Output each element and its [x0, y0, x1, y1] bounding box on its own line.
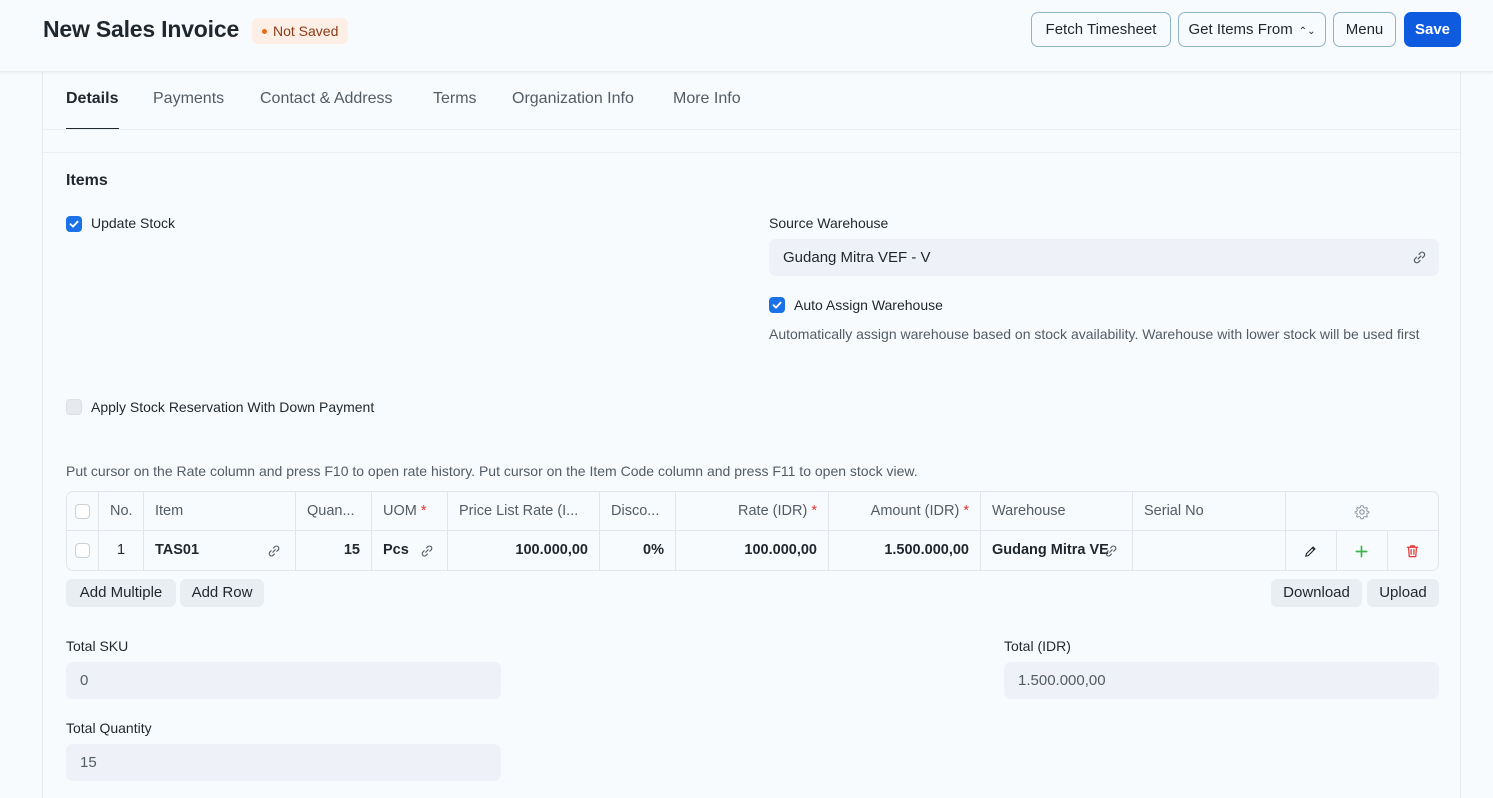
tab-bar: Details Payments Contact & Address Terms…	[43, 72, 1460, 130]
total-quantity-field: 15	[66, 744, 501, 781]
table-row[interactable]: 1 TAS01 15 Pcs 100.000,00 0% 100.000,00 …	[67, 531, 1438, 570]
delete-row-cell	[1388, 531, 1438, 570]
get-items-from-label: Get Items From	[1188, 21, 1293, 38]
col-amount-label: Amount (IDR)	[870, 503, 960, 519]
active-tab-indicator	[66, 128, 119, 129]
total-quantity-label: Total Quantity	[66, 720, 152, 736]
cell-uom[interactable]: Pcs	[372, 531, 448, 570]
cell-item-value: TAS01	[155, 542, 200, 558]
cell-item[interactable]: TAS01	[144, 531, 296, 570]
status-badge: Not Saved	[252, 18, 349, 44]
auto-assign-warehouse-label: Auto Assign Warehouse	[794, 297, 943, 313]
col-quantity: Quan...	[296, 492, 372, 531]
cell-serial-no[interactable]	[1133, 531, 1286, 570]
tab-payments[interactable]: Payments	[153, 90, 224, 108]
col-price-list-rate: Price List Rate (I...	[448, 492, 600, 531]
tab-terms[interactable]: Terms	[433, 90, 477, 108]
total-idr-field: 1.500.000,00	[1004, 662, 1439, 699]
source-warehouse-value: Gudang Mitra VEF - V	[783, 249, 931, 266]
cell-uom-value: Pcs	[383, 542, 409, 558]
cell-warehouse-value: Gudang Mitra VE	[992, 542, 1109, 558]
menu-button[interactable]: Menu	[1333, 12, 1396, 47]
cell-amount[interactable]: 1.500.000,00	[829, 531, 981, 570]
col-uom-label: UOM	[383, 503, 417, 519]
auto-assign-description: Automatically assign warehouse based on …	[769, 326, 1420, 342]
total-sku-label: Total SKU	[66, 638, 129, 654]
section-divider	[43, 152, 1460, 153]
total-idr-label: Total (IDR)	[1004, 638, 1071, 654]
tab-organization-info[interactable]: Organization Info	[512, 90, 634, 108]
cell-no: 1	[99, 531, 144, 570]
rate-history-hint: Put cursor on the Rate column and press …	[66, 463, 918, 479]
check-icon	[69, 220, 79, 228]
tab-contact-address[interactable]: Contact & Address	[260, 90, 393, 108]
tab-more-info[interactable]: More Info	[673, 90, 741, 108]
link-icon[interactable]	[1104, 544, 1118, 558]
page-header: New Sales Invoice Not Saved Fetch Timesh…	[0, 0, 1493, 72]
cell-warehouse[interactable]: Gudang Mitra VE	[981, 531, 1133, 570]
plus-icon[interactable]	[1354, 544, 1369, 559]
required-marker: *	[420, 503, 427, 519]
chevron-updown-icon: ⌃⌄	[1298, 26, 1316, 37]
update-stock-checkbox[interactable]	[66, 216, 82, 232]
select-all-checkbox[interactable]	[75, 504, 90, 519]
row-select-checkbox[interactable]	[75, 543, 90, 558]
get-items-from-button[interactable]: Get Items From ⌃⌄	[1178, 12, 1326, 47]
required-marker: *	[811, 503, 817, 519]
row-select-cell	[67, 531, 99, 570]
apply-stock-reservation-checkbox[interactable]	[66, 399, 82, 415]
cell-price-list-rate[interactable]: 100.000,00	[448, 531, 600, 570]
col-uom: UOM *	[372, 492, 448, 531]
status-text: Not Saved	[273, 23, 339, 39]
update-stock-label: Update Stock	[91, 215, 176, 231]
col-rate-label: Rate (IDR)	[738, 503, 808, 519]
link-icon[interactable]	[1412, 250, 1427, 265]
table-header: No. Item Quan... UOM * Price List Rate (…	[67, 492, 1438, 531]
download-button[interactable]: Download	[1271, 579, 1362, 607]
form-card: Details Payments Contact & Address Terms…	[42, 72, 1461, 798]
status-dot	[262, 28, 267, 34]
col-amount: Amount (IDR) *	[829, 492, 981, 531]
edit-row-cell	[1286, 531, 1337, 570]
items-section-title: Items	[66, 172, 108, 189]
pencil-icon[interactable]	[1303, 544, 1318, 559]
link-icon[interactable]	[267, 544, 281, 558]
save-button[interactable]: Save	[1404, 12, 1461, 47]
apply-stock-reservation-label: Apply Stock Reservation With Down Paymen…	[91, 399, 375, 415]
col-rate: Rate (IDR) *	[676, 492, 829, 531]
select-all-cell	[67, 492, 99, 531]
source-warehouse-input[interactable]: Gudang Mitra VEF - V	[769, 239, 1439, 276]
trash-icon[interactable]	[1405, 543, 1420, 559]
col-warehouse: Warehouse	[981, 492, 1133, 531]
gear-icon[interactable]	[1354, 504, 1370, 520]
tab-details[interactable]: Details	[66, 90, 118, 108]
col-discount: Disco...	[600, 492, 676, 531]
fetch-timesheet-button[interactable]: Fetch Timesheet	[1031, 12, 1171, 47]
total-sku-field: 0	[66, 662, 501, 699]
upload-button[interactable]: Upload	[1367, 579, 1439, 607]
cell-discount[interactable]: 0%	[600, 531, 676, 570]
required-marker: *	[963, 503, 969, 519]
col-serial-no: Serial No	[1133, 492, 1286, 531]
cell-quantity[interactable]: 15	[296, 531, 372, 570]
items-table: No. Item Quan... UOM * Price List Rate (…	[66, 491, 1439, 571]
page-title: New Sales Invoice	[43, 16, 240, 42]
link-icon[interactable]	[420, 544, 434, 558]
col-no: No.	[99, 492, 144, 531]
add-multiple-button[interactable]: Add Multiple	[66, 579, 176, 607]
check-icon	[772, 301, 782, 309]
col-item: Item	[144, 492, 296, 531]
cell-rate[interactable]: 100.000,00	[676, 531, 829, 570]
col-settings	[1286, 492, 1438, 531]
source-warehouse-label: Source Warehouse	[769, 215, 889, 231]
auto-assign-warehouse-checkbox[interactable]	[769, 297, 785, 313]
insert-row-cell	[1337, 531, 1388, 570]
add-row-button[interactable]: Add Row	[180, 579, 264, 607]
